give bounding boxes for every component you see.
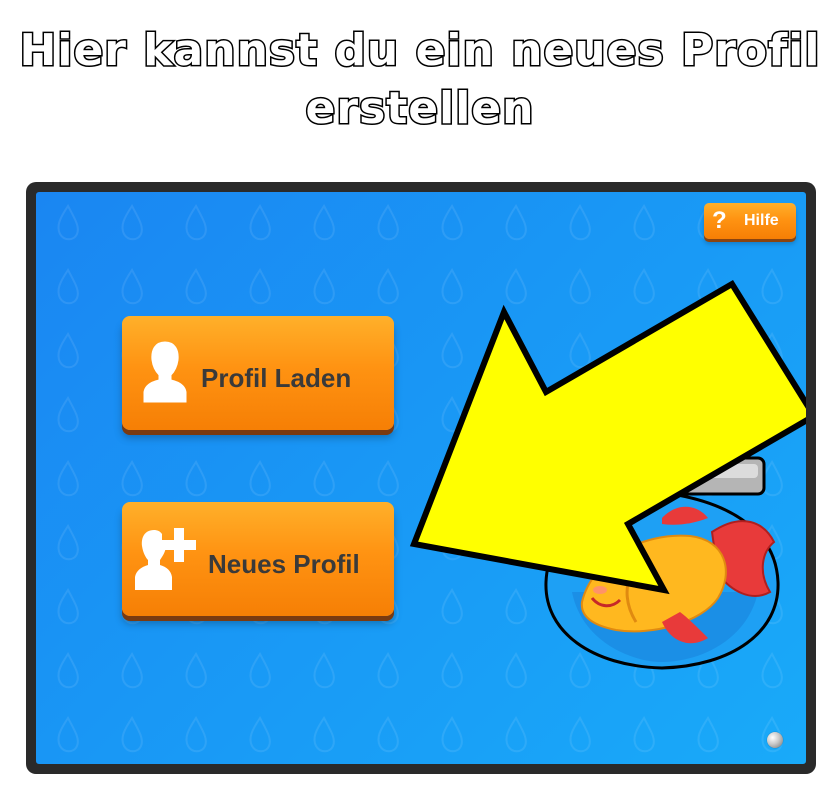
app-screen: ? Hilfe Profil Laden Neues Profil [36, 192, 806, 764]
load-profile-label: Profil Laden [201, 363, 352, 393]
new-profile-label: Neues Profil [208, 549, 360, 579]
tutorial-caption: Hier kannst du ein neues Profil erstelle… [0, 22, 840, 138]
help-button-label: Hilfe [744, 212, 779, 229]
question-mark-icon: ? [712, 207, 727, 234]
new-profile-button[interactable]: Neues Profil [122, 502, 394, 616]
load-profile-button[interactable]: Profil Laden [122, 316, 394, 430]
caption-line-2: erstellen [304, 82, 535, 136]
help-button[interactable]: ? Hilfe [704, 203, 796, 239]
status-orb-icon [767, 732, 783, 748]
app-window: ? Hilfe Profil Laden Neues Profil [26, 182, 816, 774]
yellow-arrow-annotation [409, 279, 806, 595]
person-silhouette-icon [143, 341, 187, 403]
caption-line-1: Hier kannst du ein neues Profil [18, 24, 821, 78]
person-add-icon [135, 528, 196, 590]
